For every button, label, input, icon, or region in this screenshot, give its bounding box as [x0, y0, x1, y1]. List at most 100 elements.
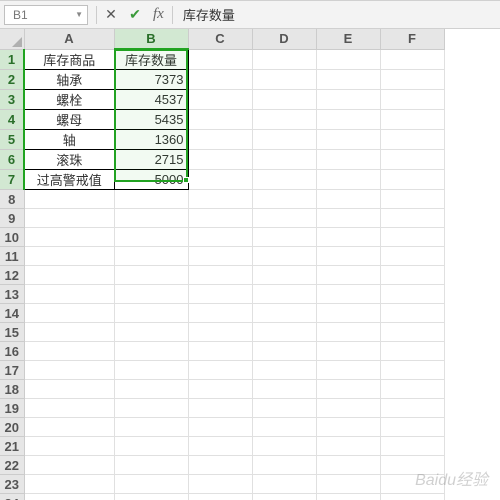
- cell-F22[interactable]: [380, 456, 444, 475]
- fx-icon[interactable]: fx: [147, 6, 170, 23]
- cell-F13[interactable]: [380, 285, 444, 304]
- cell-A16[interactable]: [24, 342, 114, 361]
- cell-D10[interactable]: [252, 228, 316, 247]
- cell-B19[interactable]: [114, 399, 188, 418]
- cell-C22[interactable]: [188, 456, 252, 475]
- cell-F20[interactable]: [380, 418, 444, 437]
- row-header-18[interactable]: 18: [0, 380, 24, 399]
- cell-E3[interactable]: [316, 90, 380, 110]
- cell-F8[interactable]: [380, 190, 444, 209]
- column-header-A[interactable]: A: [24, 29, 114, 49]
- cell-A17[interactable]: [24, 361, 114, 380]
- cell-E24[interactable]: [316, 494, 380, 500]
- cell-F5[interactable]: [380, 130, 444, 150]
- cell-A7[interactable]: 过高警戒值: [24, 170, 114, 190]
- cell-A14[interactable]: [24, 304, 114, 323]
- cell-E7[interactable]: [316, 170, 380, 190]
- row-header-3[interactable]: 3: [0, 90, 24, 110]
- cell-B4[interactable]: 5435: [114, 110, 188, 130]
- cell-A5[interactable]: 轴: [24, 130, 114, 150]
- row-header-15[interactable]: 15: [0, 323, 24, 342]
- cell-B18[interactable]: [114, 380, 188, 399]
- row-header-11[interactable]: 11: [0, 247, 24, 266]
- cell-B24[interactable]: [114, 494, 188, 500]
- cell-F16[interactable]: [380, 342, 444, 361]
- cell-D9[interactable]: [252, 209, 316, 228]
- cell-B8[interactable]: [114, 190, 188, 209]
- row-header-7[interactable]: 7: [0, 170, 24, 190]
- cell-C6[interactable]: [188, 150, 252, 170]
- row-header-17[interactable]: 17: [0, 361, 24, 380]
- row-header-8[interactable]: 8: [0, 190, 24, 209]
- row-header-10[interactable]: 10: [0, 228, 24, 247]
- column-header-E[interactable]: E: [316, 29, 380, 49]
- cell-E4[interactable]: [316, 110, 380, 130]
- cell-C11[interactable]: [188, 247, 252, 266]
- cell-D20[interactable]: [252, 418, 316, 437]
- cell-B5[interactable]: 1360: [114, 130, 188, 150]
- cell-E5[interactable]: [316, 130, 380, 150]
- cell-C5[interactable]: [188, 130, 252, 150]
- cell-C1[interactable]: [188, 49, 252, 70]
- cell-F6[interactable]: [380, 150, 444, 170]
- cell-E10[interactable]: [316, 228, 380, 247]
- name-box[interactable]: B1 ▼: [4, 5, 88, 25]
- cell-E9[interactable]: [316, 209, 380, 228]
- cell-E17[interactable]: [316, 361, 380, 380]
- cell-E6[interactable]: [316, 150, 380, 170]
- cell-A23[interactable]: [24, 475, 114, 494]
- row-header-23[interactable]: 23: [0, 475, 24, 494]
- cell-B21[interactable]: [114, 437, 188, 456]
- cell-F15[interactable]: [380, 323, 444, 342]
- column-header-F[interactable]: F: [380, 29, 444, 49]
- cell-B9[interactable]: [114, 209, 188, 228]
- cell-F19[interactable]: [380, 399, 444, 418]
- row-header-1[interactable]: 1: [0, 49, 24, 70]
- cell-C24[interactable]: [188, 494, 252, 500]
- cell-E15[interactable]: [316, 323, 380, 342]
- cell-C20[interactable]: [188, 418, 252, 437]
- cell-C12[interactable]: [188, 266, 252, 285]
- cell-A3[interactable]: 螺栓: [24, 90, 114, 110]
- cell-A24[interactable]: [24, 494, 114, 500]
- cell-C7[interactable]: [188, 170, 252, 190]
- cell-A2[interactable]: 轴承: [24, 70, 114, 90]
- row-header-5[interactable]: 5: [0, 130, 24, 150]
- cell-A10[interactable]: [24, 228, 114, 247]
- cell-B17[interactable]: [114, 361, 188, 380]
- cell-F11[interactable]: [380, 247, 444, 266]
- cell-D15[interactable]: [252, 323, 316, 342]
- cell-D4[interactable]: [252, 110, 316, 130]
- cell-A6[interactable]: 滚珠: [24, 150, 114, 170]
- cell-D13[interactable]: [252, 285, 316, 304]
- cell-D11[interactable]: [252, 247, 316, 266]
- cell-D19[interactable]: [252, 399, 316, 418]
- cell-E1[interactable]: [316, 49, 380, 70]
- cell-A12[interactable]: [24, 266, 114, 285]
- cell-B3[interactable]: 4537: [114, 90, 188, 110]
- cell-D21[interactable]: [252, 437, 316, 456]
- cell-B12[interactable]: [114, 266, 188, 285]
- cell-F23[interactable]: [380, 475, 444, 494]
- cell-B13[interactable]: [114, 285, 188, 304]
- row-header-20[interactable]: 20: [0, 418, 24, 437]
- cell-E20[interactable]: [316, 418, 380, 437]
- cell-F1[interactable]: [380, 49, 444, 70]
- cell-D16[interactable]: [252, 342, 316, 361]
- formula-bar[interactable]: 库存数量: [175, 5, 500, 24]
- cell-F2[interactable]: [380, 70, 444, 90]
- cell-F4[interactable]: [380, 110, 444, 130]
- select-all-corner[interactable]: [0, 29, 24, 49]
- cell-E22[interactable]: [316, 456, 380, 475]
- cell-D24[interactable]: [252, 494, 316, 500]
- column-header-D[interactable]: D: [252, 29, 316, 49]
- cell-D2[interactable]: [252, 70, 316, 90]
- cell-F12[interactable]: [380, 266, 444, 285]
- row-header-2[interactable]: 2: [0, 70, 24, 90]
- cell-D6[interactable]: [252, 150, 316, 170]
- cell-A8[interactable]: [24, 190, 114, 209]
- row-header-19[interactable]: 19: [0, 399, 24, 418]
- cell-F14[interactable]: [380, 304, 444, 323]
- cell-A4[interactable]: 螺母: [24, 110, 114, 130]
- cell-F17[interactable]: [380, 361, 444, 380]
